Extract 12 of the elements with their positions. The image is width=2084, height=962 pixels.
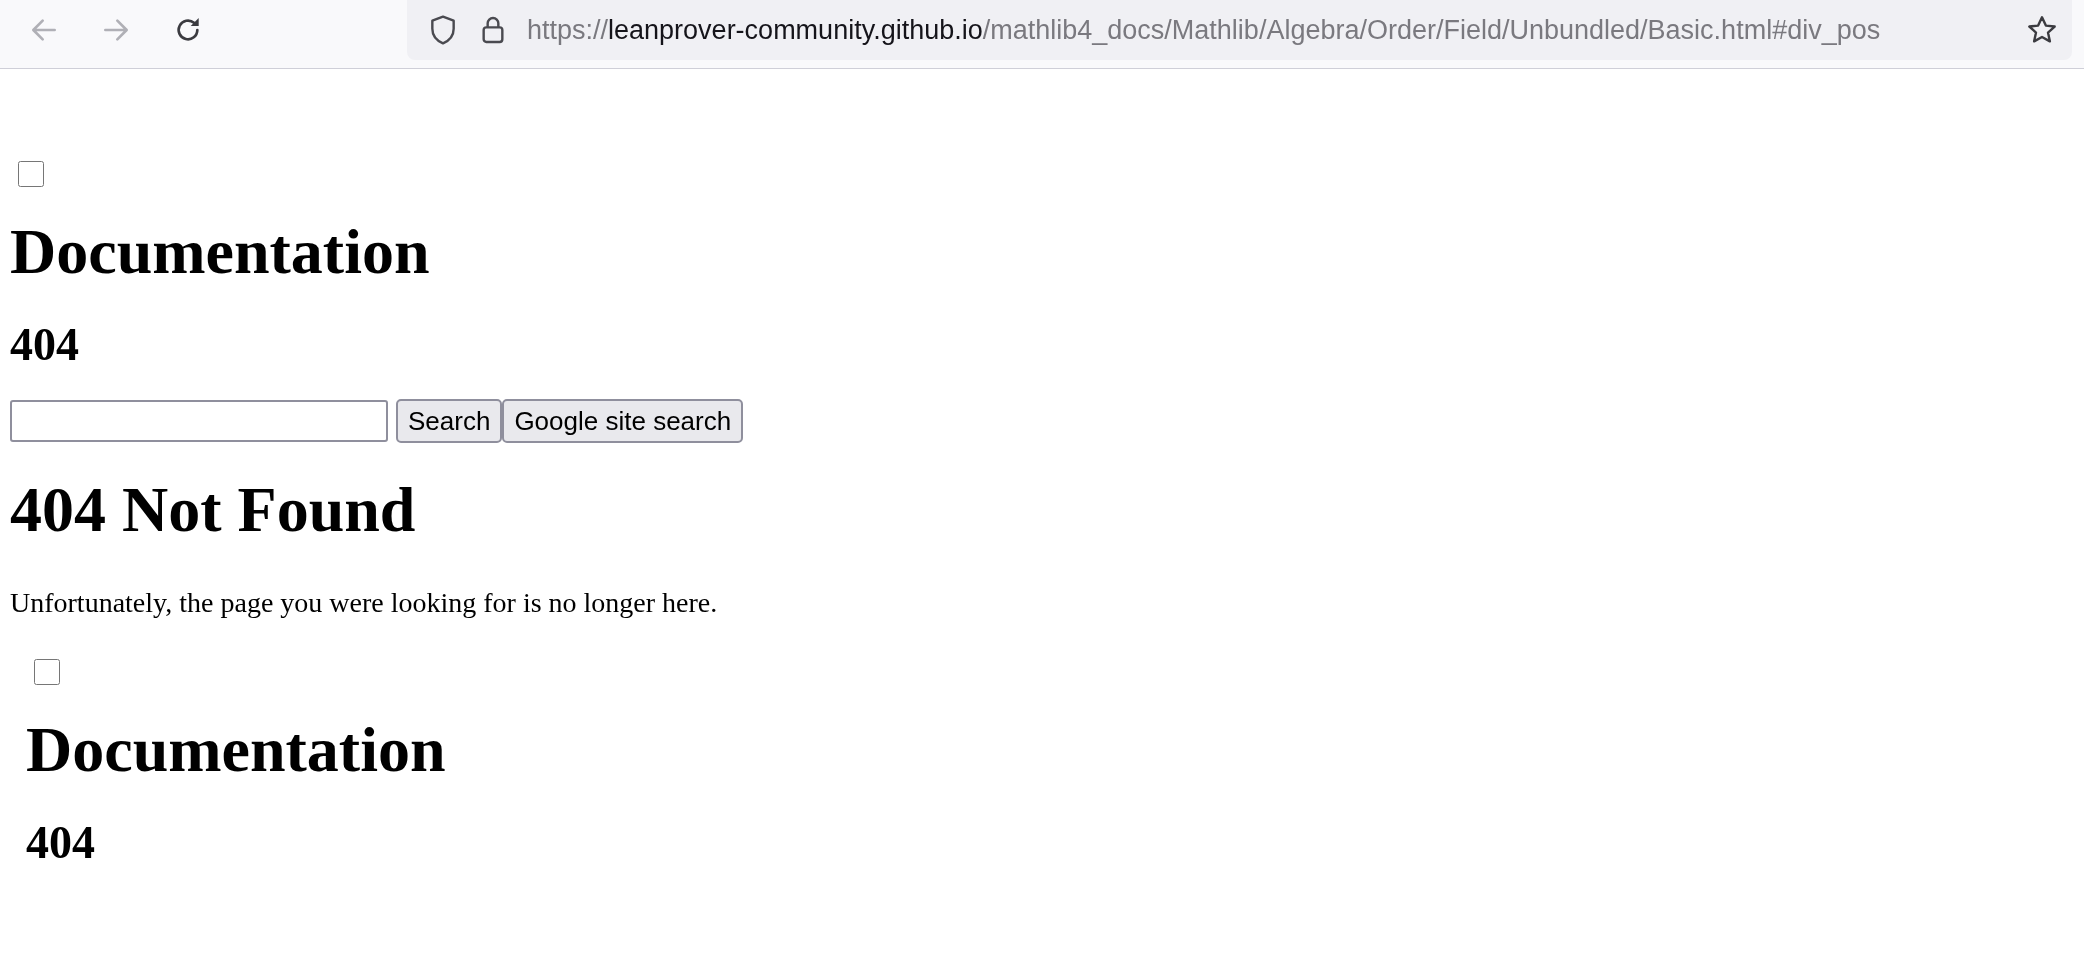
page-title: Documentation (26, 713, 447, 787)
nav-checkbox[interactable] (34, 659, 60, 686)
search-field[interactable] (10, 400, 388, 443)
page-subtitle: 404 (26, 816, 96, 870)
not-found-heading: 404 Not Found (10, 473, 417, 548)
address-bar[interactable]: https://leanprover-community.github.io/mathlib4_docs/Mathlib/Algebra/Order/Field/Unbundled/Basic.html#div_pos (407, 0, 2072, 60)
nav-checkbox[interactable] (18, 161, 44, 187)
page-title: Documentation (10, 215, 431, 289)
page-subtitle: 404 (10, 318, 80, 372)
search-button[interactable]: Search (396, 399, 503, 444)
error-message: Unfortunately, the page you were looking for is no longer here. (10, 587, 719, 620)
google-search-button[interactable]: Google site search (502, 399, 744, 444)
